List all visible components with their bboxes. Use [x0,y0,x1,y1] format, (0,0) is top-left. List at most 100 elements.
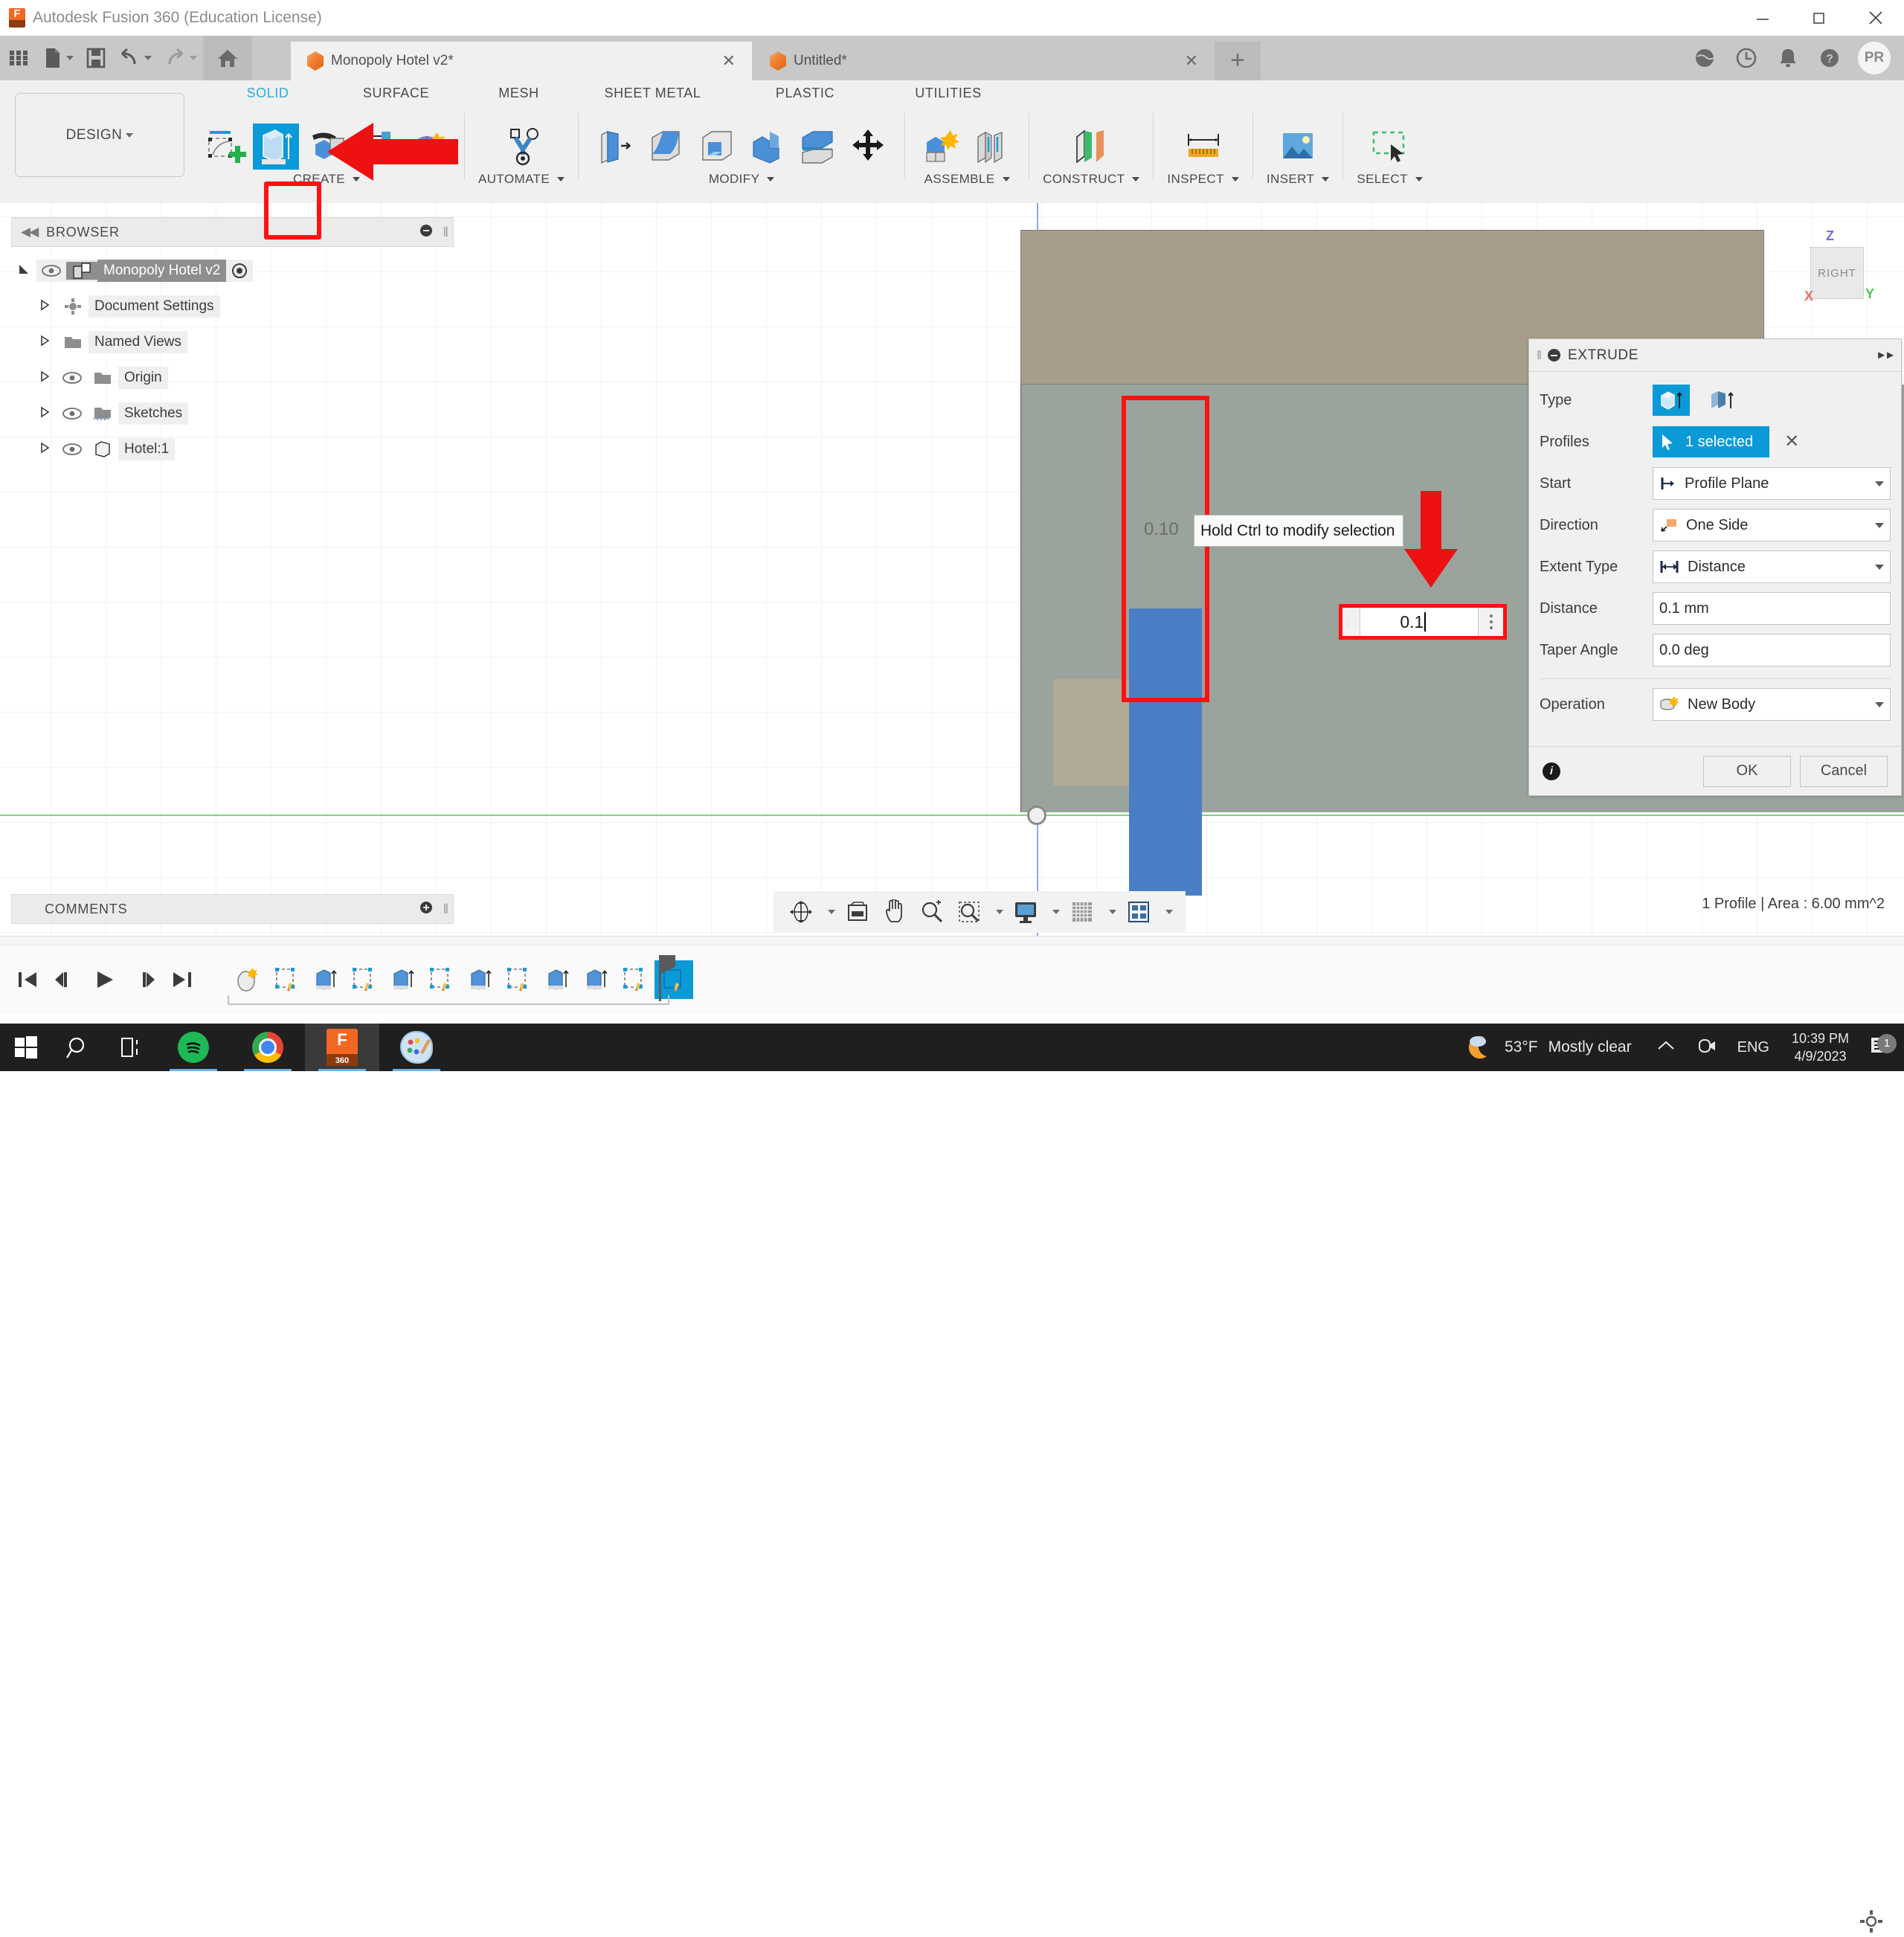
direction-dropdown[interactable]: One Side [1653,509,1891,542]
tree-item-hotel[interactable]: Hotel:1 [11,431,457,467]
panel-grip-icon[interactable]: ‖ [443,902,448,917]
visibility-eye-icon[interactable] [36,264,66,277]
play-icon[interactable] [94,968,116,991]
orbit-caret[interactable] [821,895,837,929]
distance-input[interactable]: 0.1 mm [1653,592,1891,625]
timeline-item-sketch[interactable] [422,960,461,999]
split-body-icon[interactable] [794,123,840,170]
collapse-dialog-icon[interactable] [1548,349,1561,362]
orbit-icon[interactable] [784,895,818,929]
new-tab-button[interactable]: + [1215,42,1261,80]
select-icon[interactable] [1367,123,1413,170]
tab-mesh[interactable]: MESH [465,86,573,101]
expand-twisty-icon[interactable] [32,299,57,314]
add-comment-icon[interactable] [419,901,433,918]
bell-icon[interactable] [1767,36,1809,80]
recent-icon[interactable] [1726,36,1767,80]
timeline-item-extrude[interactable] [306,960,345,999]
visibility-eye-icon[interactable] [57,407,87,420]
profiles-select-button[interactable]: 1 selected [1653,426,1770,457]
minimize-circle-icon[interactable] [419,224,433,241]
collapse-left-icon[interactable]: ◀◀ [21,225,39,240]
extrude-dialog[interactable]: ‖ EXTRUDE ►► Type Profiles 1 selected ✕ … [1528,338,1902,796]
windows-start-icon[interactable] [0,1024,52,1071]
grid-caret[interactable] [1102,895,1119,929]
ribbon-group-label-construct[interactable]: CONSTRUCT [1043,172,1140,187]
expand-twisty-icon[interactable] [32,370,57,385]
step-back-icon[interactable] [55,968,77,991]
visibility-eye-icon[interactable] [57,371,87,385]
fillet-icon[interactable] [643,123,689,170]
language-indicator[interactable]: ENG [1727,1039,1780,1056]
undo-caret[interactable] [144,56,152,60]
globe-icon[interactable] [1684,36,1726,80]
tree-item-sketches[interactable]: Sketches [11,396,457,431]
joint-icon[interactable] [969,123,1015,170]
construct-plane-icon[interactable] [1068,123,1114,170]
task-view-icon[interactable] [104,1024,156,1071]
origin-point[interactable] [1027,806,1046,825]
ok-button[interactable]: OK [1703,755,1791,787]
document-tab-untitled[interactable]: Untitled* ✕ [753,42,1215,80]
timeline-item-sketch[interactable] [268,960,306,999]
display-caret[interactable] [1046,895,1062,929]
tree-item-monopoly-hotel[interactable]: Monopoly Hotel v2 [11,253,457,289]
panel-grip-icon[interactable]: ‖ [443,225,448,240]
go-to-end-icon[interactable] [171,968,193,991]
show-hidden-icons[interactable] [1645,1039,1687,1056]
ribbon-group-label-automate[interactable]: AUTOMATE [478,172,565,187]
workspace-selector[interactable]: DESIGN [15,93,184,177]
timeline-item-extrude[interactable] [538,960,577,999]
dimension-options-icon[interactable] [1478,608,1503,636]
tab-solid[interactable]: SOLID [208,86,327,101]
tree-item-named-views[interactable]: Named Views [11,324,457,360]
extent-type-dropdown[interactable]: Distance [1653,550,1891,583]
viewports-caret[interactable] [1159,895,1175,929]
taskbar-app-chrome[interactable] [231,1024,305,1071]
document-tab-monopoly-hotel[interactable]: Monopoly Hotel v2* ✕ [291,42,752,80]
shell-icon[interactable] [693,123,739,170]
tab-plastic[interactable]: PLASTIC [733,86,878,101]
type-tapered-extrude-icon[interactable] [1703,385,1740,416]
tree-item-origin[interactable]: Origin [11,360,457,396]
close-icon[interactable]: ✕ [1155,53,1198,69]
clear-selection-icon[interactable]: ✕ [1784,433,1799,451]
timeline-item-extrude[interactable] [461,960,500,999]
timeline-item-new-component[interactable] [229,960,268,999]
pan-icon[interactable] [878,895,912,929]
look-at-icon[interactable] [840,895,875,929]
timeline-settings-gear-icon[interactable] [1859,1909,1883,1937]
expand-twisty-icon[interactable] [32,442,57,457]
notification-icon[interactable]: 1 [1861,1033,1904,1061]
create-sketch-icon[interactable] [202,123,248,170]
info-icon[interactable]: i [1543,762,1560,780]
measure-icon[interactable] [1180,123,1226,170]
home-icon[interactable] [203,36,252,80]
tab-utilities[interactable]: UTILITIES [878,86,1019,101]
redo-caret[interactable] [190,56,197,60]
viewports-icon[interactable] [1122,895,1156,929]
expand-twisty-icon[interactable] [32,406,57,421]
type-solid-extrude-icon[interactable] [1653,385,1690,416]
activate-component-radio[interactable] [226,263,253,279]
ribbon-group-label-inspect[interactable]: INSPECT [1167,172,1239,187]
visibility-eye-icon[interactable] [57,443,87,456]
ribbon-group-label-assemble[interactable]: ASSEMBLE [924,172,1010,187]
dimension-input-value[interactable]: 0.1 [1360,611,1478,632]
close-icon[interactable]: ✕ [692,53,736,69]
taper-angle-input[interactable]: 0.0 deg [1653,634,1891,666]
timeline-item-sketch[interactable] [500,960,538,999]
search-icon[interactable] [52,1024,104,1071]
automate-icon[interactable] [498,123,544,170]
dimension-input-field[interactable]: ⋮⋮ 0.1 [1339,604,1507,640]
camera-icon[interactable] [1687,1036,1727,1059]
new-component-icon[interactable] [919,123,965,170]
avatar[interactable]: PR [1858,42,1891,74]
dialog-grip-icon[interactable]: ‖ [1537,348,1542,363]
extrude-dialog-header[interactable]: ‖ EXTRUDE ►► [1529,339,1901,372]
zoom-window-icon[interactable] [952,895,986,929]
maximize-icon[interactable] [1791,0,1847,36]
tab-surface[interactable]: SURFACE [327,86,465,101]
timeline-item-extrude[interactable] [577,960,616,999]
operation-dropdown[interactable]: New Body [1653,688,1891,721]
